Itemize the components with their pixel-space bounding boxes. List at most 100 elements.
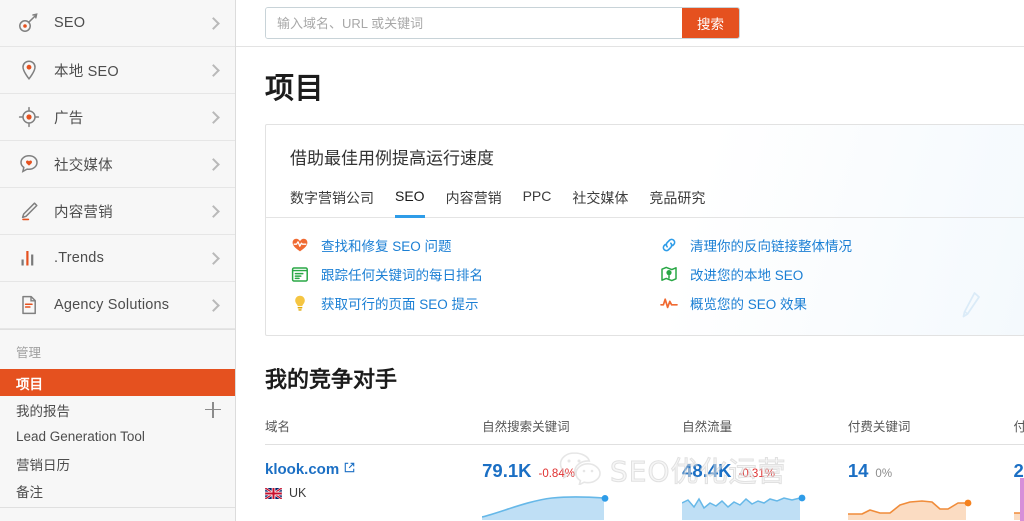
- cell-organic-traffic: 48.4K -0.31%: [682, 445, 848, 521]
- promo-link[interactable]: 查找和修复 SEO 问题: [321, 235, 452, 255]
- promo-link[interactable]: 概览您的 SEO 效果: [690, 293, 807, 313]
- sidebar-item-label: 我的报告: [16, 400, 205, 420]
- sparkline-paid-keywords: [848, 490, 1014, 521]
- chevron-right-icon: [207, 16, 221, 30]
- sidebar-item-label: Agency Solutions: [54, 297, 207, 313]
- uk-flag-icon: [265, 488, 282, 499]
- tab-ppc[interactable]: PPC: [523, 188, 552, 217]
- sidebar-item-seo[interactable]: SEO: [0, 0, 235, 47]
- competitor-domain-link[interactable]: klook.com: [265, 461, 339, 478]
- external-link-icon[interactable]: [344, 460, 355, 478]
- add-icon[interactable]: [205, 402, 221, 418]
- sidebar-item-label: .Trends: [54, 250, 207, 266]
- promo-card-tabs: 数字营销公司 SEO 内容营销 PPC 社交媒体 竞品研究: [266, 169, 1024, 218]
- sidebar-item-label: 内容营销: [54, 201, 207, 222]
- metric-delta: -0.84%: [539, 468, 575, 480]
- metric-delta: -0.31%: [739, 468, 775, 480]
- sidebar-item-lead-generation-tool[interactable]: Lead Generation Tool: [0, 423, 235, 450]
- chat-heart-icon: [16, 151, 42, 177]
- search-input[interactable]: [266, 8, 682, 38]
- list-item[interactable]: 跟踪任何关键词的每日排名: [290, 261, 645, 287]
- top-bar: 搜索: [236, 0, 1024, 47]
- position-tracking-icon: [290, 265, 310, 283]
- sidebar-item-marketing-calendar[interactable]: 营销日历: [0, 450, 235, 477]
- sparkline-organic-keywords: [482, 490, 682, 521]
- column-header-organic-traffic[interactable]: 自然流量: [682, 416, 848, 445]
- cell-organic-keywords: 79.1K -0.84%: [482, 445, 682, 521]
- sidebar-item-label: 营销日历: [16, 454, 221, 474]
- map-pin-icon: [16, 57, 42, 83]
- tab-content-marketing[interactable]: 内容营销: [446, 188, 502, 217]
- content-area: 项目 借助最佳用例提高运行速度 数字营销公司 SEO 内容营销 PPC 社交媒体…: [236, 47, 1024, 521]
- chevron-right-icon: [207, 298, 221, 312]
- column-header-domain[interactable]: 域名: [265, 416, 482, 445]
- tab-social-media[interactable]: 社交媒体: [572, 188, 628, 217]
- document-icon: [16, 292, 42, 318]
- sidebar-divider: [0, 507, 236, 508]
- listing-map-icon: [659, 265, 679, 283]
- sparkline-organic-traffic: [682, 490, 848, 521]
- promo-link[interactable]: 跟踪任何关键词的每日排名: [321, 264, 483, 284]
- chevron-right-icon: [207, 110, 221, 124]
- competitors-table: 域名 自然搜索关键词 自然流量 付费关键词 付费流量 klook.com: [265, 416, 1024, 521]
- column-header-paid-keywords[interactable]: 付费关键词: [848, 416, 1014, 445]
- list-item[interactable]: 清理你的反向链接整体情况: [659, 232, 1024, 258]
- promo-link[interactable]: 清理你的反向链接整体情况: [690, 235, 852, 255]
- column-header-organic-keywords[interactable]: 自然搜索关键词: [482, 416, 682, 445]
- metric-organic-traffic: 48.4K -0.31%: [682, 460, 848, 482]
- metric-delta: 0%: [875, 468, 892, 480]
- sidebar-item-local-seo[interactable]: 本地 SEO: [0, 47, 235, 94]
- sidebar-item-projects[interactable]: 项目: [0, 369, 235, 396]
- promo-link[interactable]: 获取可行的页面 SEO 提示: [321, 293, 479, 313]
- metric-value: 79.1K: [482, 460, 531, 482]
- sidebar-item-label: 社交媒体: [54, 154, 207, 175]
- sidebar-item-label: Lead Generation Tool: [16, 429, 221, 444]
- promo-card-title: 借助最佳用例提高运行速度: [266, 125, 1024, 169]
- app-root: SEO 本地 SEO 广告: [0, 0, 1024, 521]
- metric-organic-keywords: 79.1K -0.84%: [482, 460, 682, 482]
- metric-value: 48.4K: [682, 460, 731, 482]
- chevron-right-icon: [207, 251, 221, 265]
- sidebar-item-social-media[interactable]: 社交媒体: [0, 141, 235, 188]
- link-chain-icon: [659, 236, 679, 254]
- list-item[interactable]: 改进您的本地 SEO: [659, 261, 1024, 287]
- next-column-edge: [1020, 478, 1024, 521]
- column-header-paid-traffic[interactable]: 付费流量: [1014, 416, 1024, 445]
- metric-value: 14: [848, 460, 869, 482]
- page-title: 项目: [265, 65, 1024, 107]
- sidebar-item-label: 备注: [16, 481, 221, 501]
- sidebar-item-label: SEO: [54, 15, 207, 31]
- list-item[interactable]: 获取可行的页面 SEO 提示: [290, 290, 645, 316]
- chevron-right-icon: [207, 63, 221, 77]
- target-icon: [16, 104, 42, 130]
- chevron-right-icon: [207, 204, 221, 218]
- sidebar-item-notes[interactable]: 备注: [0, 477, 235, 504]
- competitors-section-title: 我的竞争对手: [265, 362, 1024, 394]
- cell-domain: klook.com: [265, 445, 482, 521]
- tab-competitive-research[interactable]: 竞品研究: [649, 188, 705, 217]
- table-header-row: 域名 自然搜索关键词 自然流量 付费关键词 付费流量: [265, 416, 1024, 445]
- pulse-line-icon: [659, 294, 679, 312]
- sidebar-item-agency-solutions[interactable]: Agency Solutions: [0, 282, 235, 329]
- key-icon: [16, 10, 42, 36]
- site-audit-heart-icon: [290, 236, 310, 254]
- main-content: 搜索 项目 借助最佳用例提高运行速度 数字营销公司 SEO 内容营销 PPC 社…: [236, 0, 1024, 521]
- tab-seo[interactable]: SEO: [395, 188, 425, 217]
- sidebar-item-my-reports[interactable]: 我的报告: [0, 396, 235, 423]
- promo-link[interactable]: 改进您的本地 SEO: [690, 264, 803, 284]
- promo-links-left-column: 查找和修复 SEO 问题 跟踪任何关键词的每日排名: [266, 232, 645, 319]
- cell-paid-keywords: 14 0%: [848, 445, 1014, 521]
- sidebar-item-content-marketing[interactable]: 内容营销: [0, 188, 235, 235]
- search-button[interactable]: 搜索: [682, 8, 739, 38]
- sidebar-item-trends[interactable]: .Trends: [0, 235, 235, 282]
- competitor-country: UK: [265, 486, 482, 500]
- sidebar: SEO 本地 SEO 广告: [0, 0, 236, 521]
- list-item[interactable]: 查找和修复 SEO 问题: [290, 232, 645, 258]
- chevron-right-icon: [207, 157, 221, 171]
- sidebar-item-advertising[interactable]: 广告: [0, 94, 235, 141]
- sidebar-section-management: 管理: [0, 329, 235, 369]
- tab-digital-marketing-agency[interactable]: 数字营销公司: [290, 188, 374, 217]
- promo-links: 查找和修复 SEO 问题 跟踪任何关键词的每日排名: [266, 218, 1024, 335]
- sidebar-item-label: 本地 SEO: [54, 60, 207, 81]
- promo-card: 借助最佳用例提高运行速度 数字营销公司 SEO 内容营销 PPC 社交媒体 竞品…: [265, 124, 1024, 336]
